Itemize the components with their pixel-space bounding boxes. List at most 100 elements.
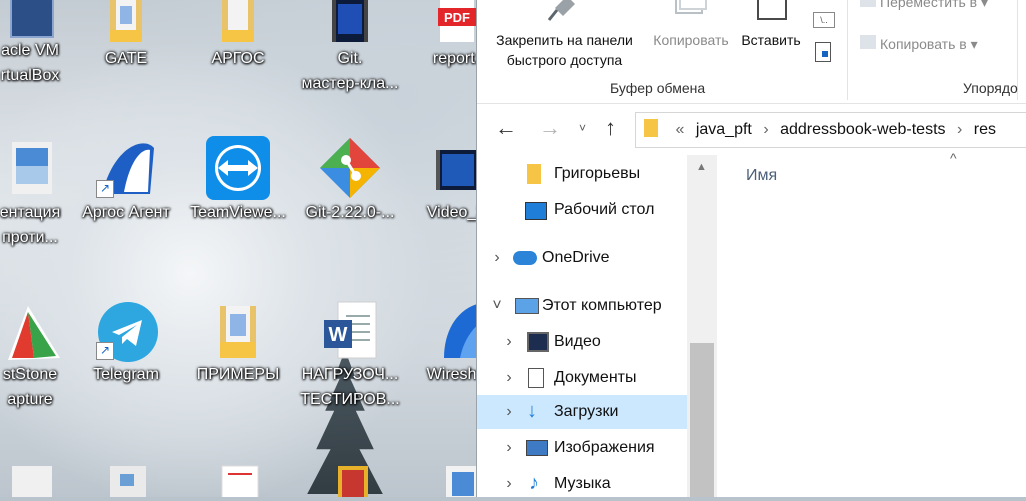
- desktop-icon-partial[interactable]: [404, 460, 476, 497]
- chevron-down-icon[interactable]: ˅: [489, 289, 505, 323]
- chevron-right-icon[interactable]: ›: [501, 361, 517, 395]
- address-bar[interactable]: « java_pft › addressbook-web-tests › res: [635, 112, 1026, 148]
- copy-label: Копировать: [653, 32, 729, 48]
- desktop-icon-argos-folder[interactable]: АРГОС: [186, 0, 290, 71]
- move-to-button[interactable]: Переместить в ▾: [860, 0, 988, 14]
- desktop-icon-partial[interactable]: [186, 460, 290, 497]
- scroll-up-icon[interactable]: ▲: [696, 161, 707, 173]
- breadcrumb-chevron-icon[interactable]: ›: [950, 121, 969, 138]
- nav-item-this-pc[interactable]: ˅ Этот компьютер: [477, 289, 687, 323]
- video-file-icon: [318, 0, 382, 46]
- name-column-header[interactable]: Имя: [746, 167, 777, 185]
- nav-item-documents[interactable]: › Документы: [477, 361, 687, 395]
- breadcrumb-addressbook-web-tests[interactable]: addressbook-web-tests: [780, 121, 945, 138]
- desktop-icon-report[interactable]: PDF report.: [404, 0, 476, 71]
- desktop-icon-primery[interactable]: ПРИМЕРЫ: [186, 298, 290, 387]
- desktop-icon-teamviewer[interactable]: TeamViewe...: [186, 136, 290, 225]
- back-button[interactable]: ←: [495, 115, 517, 141]
- desktop-icon-label: проти...: [2, 229, 58, 246]
- chevron-right-icon[interactable]: ›: [501, 431, 517, 465]
- breadcrumb-overflow[interactable]: «: [668, 121, 691, 138]
- nav-item-music[interactable]: › ♪ Музыка: [477, 467, 687, 501]
- copy-icon: [647, 0, 735, 28]
- desktop-icon-label: мастер-кла...: [301, 75, 399, 92]
- wireshark-icon: [424, 298, 476, 362]
- desktop-icon-label: rtualBox: [0, 67, 60, 84]
- organize-group-label: Упорядо: [963, 80, 1018, 96]
- chevron-down-icon: ˅: [579, 121, 587, 135]
- nav-item-grigorievy[interactable]: Григорьевы: [477, 157, 687, 191]
- folder-icon: [527, 164, 541, 184]
- video-file-icon: [424, 136, 476, 200]
- dropdown-arrow-icon: ▾: [977, 0, 989, 10]
- nav-item-onedrive[interactable]: › OneDrive: [477, 241, 687, 275]
- dropdown-arrow-icon: ▾: [966, 36, 978, 52]
- desktop-icon-label: АРГОС: [211, 50, 265, 67]
- nav-item-video[interactable]: › Видео: [477, 325, 687, 359]
- paste-button[interactable]: Вставить: [737, 0, 805, 76]
- desktop-icon-gate[interactable]: GATE: [74, 0, 178, 71]
- chevron-right-icon[interactable]: ›: [501, 395, 517, 429]
- desktop-icon-presentation[interactable]: ентация проти...: [0, 136, 82, 250]
- nav-item-label: Этот компьютер: [542, 297, 662, 314]
- sort-ascending-icon: ^: [950, 150, 957, 166]
- cut-icon[interactable]: \..: [813, 12, 835, 28]
- chevron-right-icon[interactable]: ›: [489, 241, 505, 275]
- word-document-icon: W: [318, 298, 382, 362]
- up-button[interactable]: ↑: [605, 115, 616, 141]
- desktop-icon-partial[interactable]: [74, 460, 178, 497]
- nav-item-label: Загрузки: [554, 403, 619, 420]
- desktop-icon-faststone[interactable]: stStone apture: [0, 298, 82, 412]
- navigation-scrollbar[interactable]: ▲: [687, 155, 717, 497]
- document-icon: [94, 460, 158, 497]
- desktop-icon-video-2[interactable]: Video_2: [404, 136, 476, 225]
- pin-quick-access-button[interactable]: Закрепить на панели быстрого доступа: [487, 0, 642, 76]
- desktop-icon-git-installer[interactable]: Git-2.22.0-...: [298, 136, 402, 225]
- pdf-icon: [206, 460, 270, 497]
- pin-icon: [487, 0, 642, 28]
- file-explorer-window: Закрепить на панели быстрого доступа Коп…: [476, 0, 1026, 497]
- desktop-icon-git-masterclass[interactable]: Git. мастер-кла...: [298, 0, 402, 96]
- chevron-right-icon[interactable]: ›: [501, 467, 517, 501]
- nav-item-desktop[interactable]: Рабочий стол: [477, 193, 687, 227]
- pictures-icon: [526, 440, 548, 456]
- nav-item-label: Музыка: [554, 475, 611, 492]
- breadcrumb-java-pft[interactable]: java_pft: [696, 121, 752, 138]
- breadcrumb-chevron-icon[interactable]: ›: [756, 121, 775, 138]
- git-installer-icon: [318, 136, 382, 200]
- desktop-icon-load-testing-doc[interactable]: W НАГРУЗОЧ... ТЕСТИРОВ...: [298, 298, 402, 412]
- desktop-icon-virtualbox[interactable]: acle VM rtualBox: [0, 0, 82, 88]
- computer-icon: [515, 298, 539, 314]
- copy-button[interactable]: Копировать: [647, 0, 735, 76]
- faststone-capture-icon: [0, 298, 62, 362]
- downloads-icon: ↓: [527, 400, 537, 422]
- nav-item-label: Изображения: [554, 439, 655, 456]
- move-to-icon: [860, 0, 876, 7]
- breadcrumb-res[interactable]: res: [974, 121, 996, 138]
- folder-icon: [206, 298, 270, 362]
- paste-shortcut-icon[interactable]: [815, 42, 831, 62]
- document-icon: [0, 460, 62, 497]
- up-arrow-icon: ↑: [605, 115, 616, 140]
- nav-item-downloads[interactable]: › ↓ Загрузки: [477, 395, 687, 429]
- copy-to-button[interactable]: Копировать в ▾: [860, 34, 978, 56]
- desktop: acle VM rtualBox GATE АРГОС Git. мастер-…: [0, 0, 476, 497]
- desktop-icon-label: НАГРУЗОЧ...: [301, 366, 399, 383]
- svg-text:W: W: [329, 324, 348, 346]
- document-icon: [0, 136, 62, 200]
- desktop-icon-partial[interactable]: [0, 460, 82, 497]
- desktop-icon-wireshark[interactable]: Wiresha: [404, 298, 476, 387]
- nav-item-label: Документы: [554, 369, 637, 386]
- copy-to-icon: [860, 35, 876, 49]
- address-row: ← → ˅ ↑ « java_pft › addressbook-web-tes…: [477, 103, 1026, 155]
- desktop-icon-telegram[interactable]: ↗ Telegram: [74, 298, 178, 387]
- recent-locations-button[interactable]: ˅: [579, 121, 586, 135]
- desktop-icon-argos-agent[interactable]: ↗ Аргос Агент: [74, 136, 178, 225]
- chevron-right-icon[interactable]: ›: [501, 325, 517, 359]
- desktop-icon-label: Telegram: [93, 366, 159, 383]
- forward-button[interactable]: →: [539, 115, 561, 141]
- move-to-label: Переместить в: [880, 0, 978, 10]
- desktop-icon-partial[interactable]: [298, 460, 402, 497]
- nav-item-pictures[interactable]: › Изображения: [477, 431, 687, 465]
- scrollbar-thumb[interactable]: [690, 343, 714, 497]
